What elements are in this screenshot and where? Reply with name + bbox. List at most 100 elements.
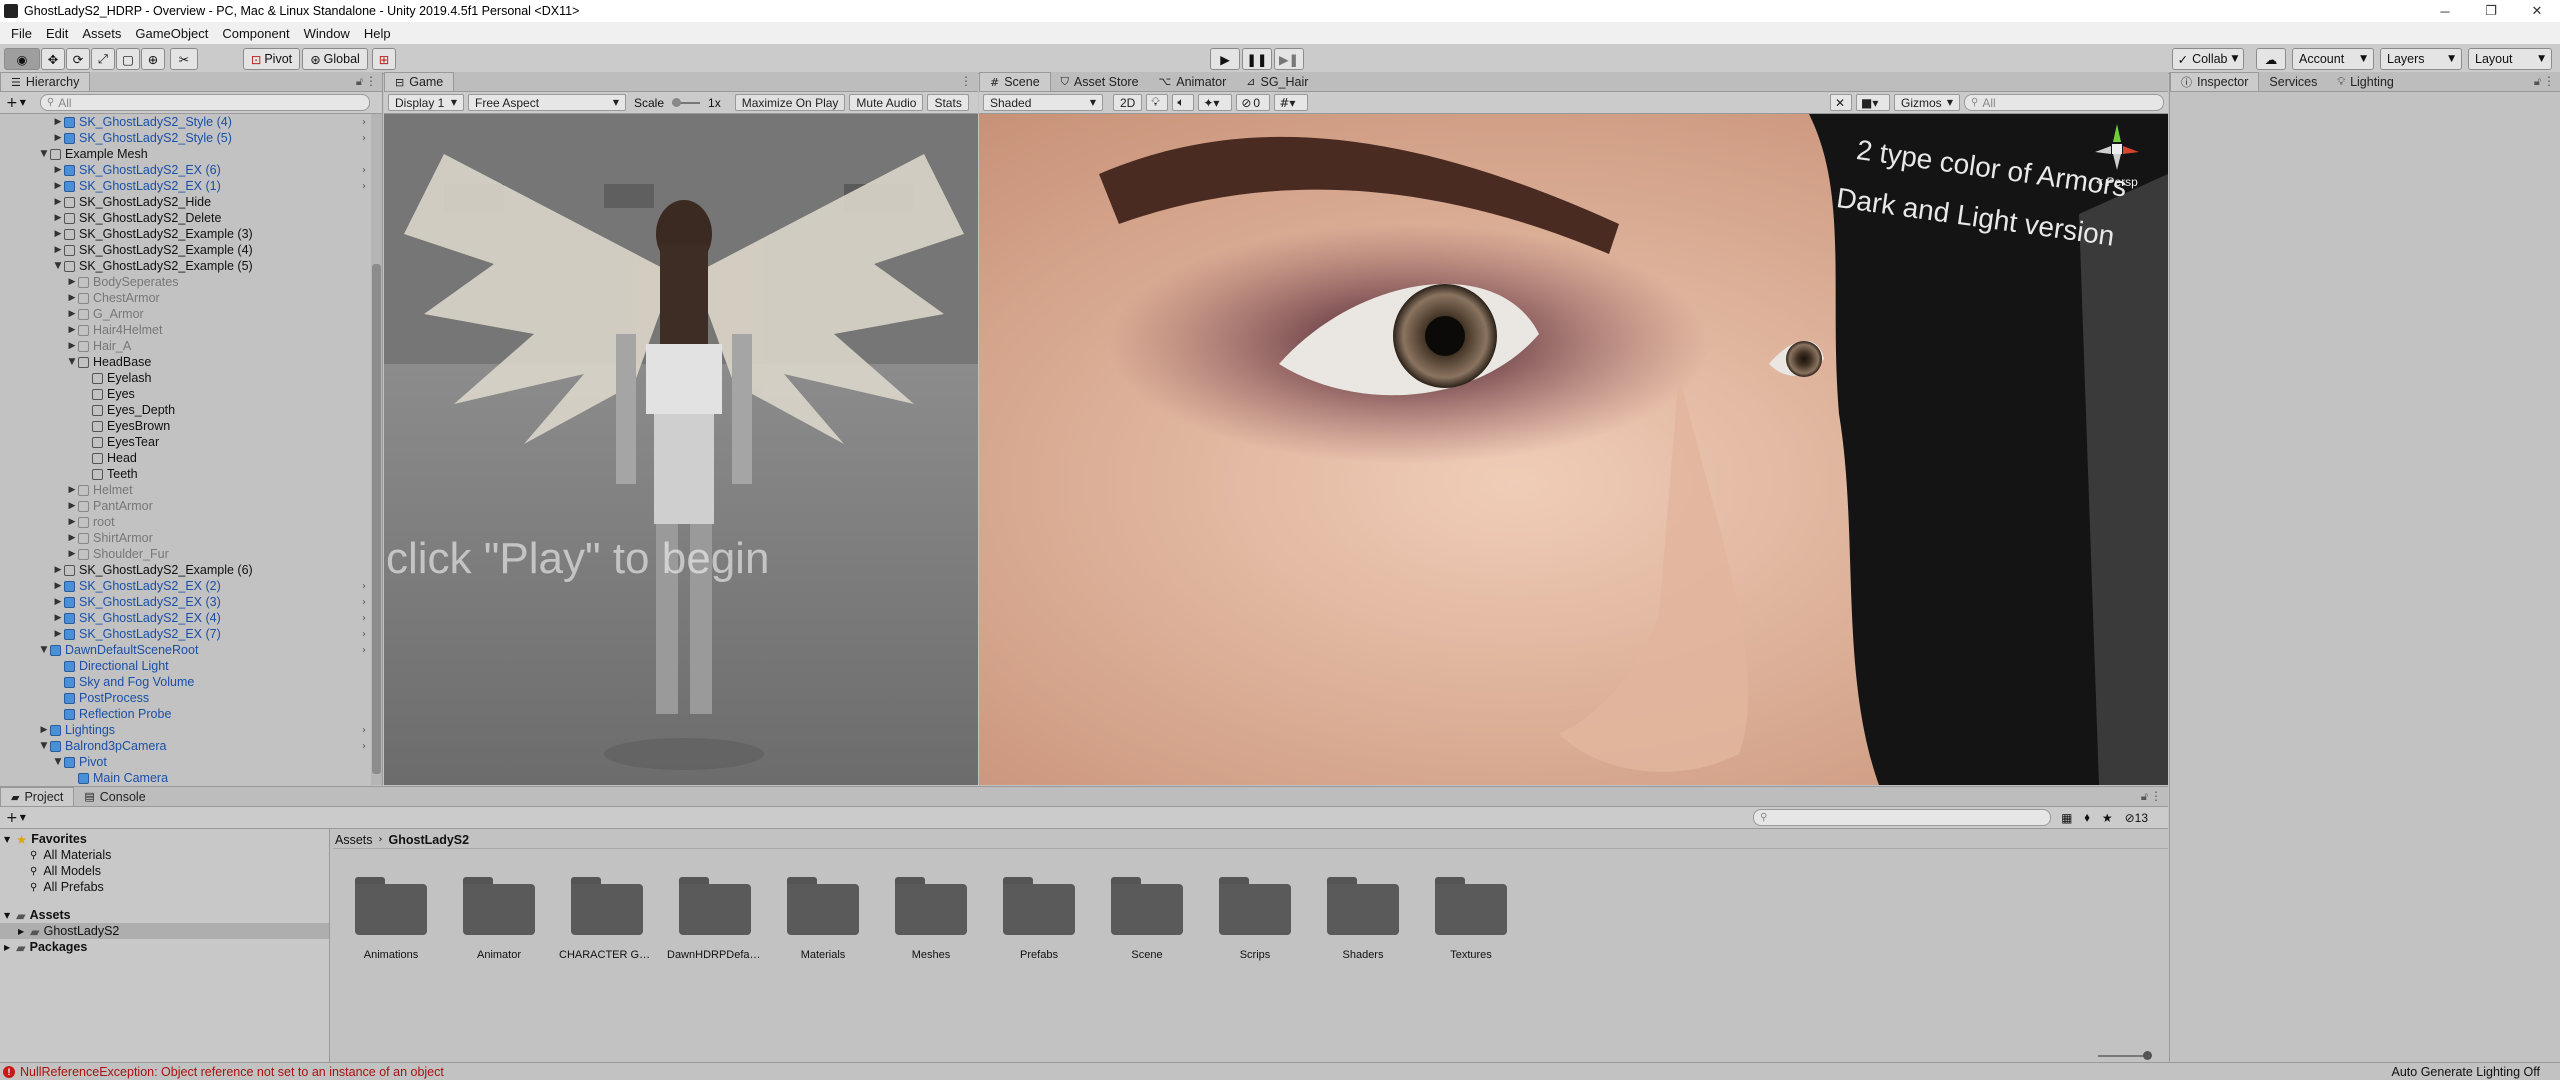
pause-button[interactable]: ❚❚ <box>1242 48 1272 70</box>
menu-edit[interactable]: Edit <box>39 26 75 41</box>
maximize-icon[interactable]: ❐ <box>2468 0 2514 22</box>
favorite-item[interactable]: ⚲ All Models <box>0 863 329 879</box>
lock-icon[interactable]: 🔓︎ <box>356 75 363 89</box>
packages-header[interactable]: ▶ ▰ Packages <box>0 939 329 955</box>
global-toggle[interactable]: ⊛ Global <box>302 48 368 70</box>
hierarchy-item[interactable]: ▶ SK_GhostLadyS2_EX (2) › <box>0 578 372 594</box>
hierarchy-item[interactable]: Directional Light <box>0 658 372 674</box>
menu-gameobject[interactable]: GameObject <box>128 26 215 41</box>
stats-toggle[interactable]: Stats <box>927 94 969 111</box>
hierarchy-item[interactable]: ▶ SK_GhostLadyS2_Style (4) › <box>0 114 372 130</box>
chevron-right-icon[interactable]: ▶ <box>52 245 64 255</box>
hierarchy-item[interactable]: ▶ SK_GhostLadyS2_EX (7) › <box>0 626 372 642</box>
hierarchy-item[interactable]: ▼ Pivot <box>0 754 372 770</box>
hierarchy-item[interactable]: ▶ G_Armor <box>0 306 372 322</box>
chevron-right-icon[interactable]: ▶ <box>52 165 64 175</box>
scene-viewport[interactable]: 2 type color of Armors Dark and Light ve… <box>979 114 2168 785</box>
menu-window[interactable]: Window <box>297 26 357 41</box>
asset-folder[interactable]: CHARACTER GUI... <box>559 877 655 961</box>
asset-folder[interactable]: Scene <box>1099 877 1195 961</box>
chevron-right-icon[interactable]: ▶ <box>52 213 64 223</box>
account-dropdown[interactable]: Account ▼ <box>2292 48 2374 70</box>
chevron-right-icon[interactable]: ▶ <box>52 597 64 607</box>
hierarchy-item[interactable]: ▶ root <box>0 514 372 530</box>
lock-icon[interactable]: 🔓︎ <box>2534 75 2541 89</box>
hierarchy-item[interactable]: ▶ Helmet <box>0 482 372 498</box>
icon-size-slider[interactable] <box>2098 1051 2152 1060</box>
tab-console[interactable]: ▤ Console <box>74 787 155 806</box>
hierarchy-item[interactable]: ▶ SK_GhostLadyS2_EX (6) › <box>0 162 372 178</box>
game-viewport[interactable]: click "Play" to begin <box>384 114 978 785</box>
chevron-right-icon[interactable]: › <box>362 613 366 624</box>
pivot-toggle[interactable]: ⊡ Pivot <box>243 48 300 70</box>
breadcrumb-item[interactable]: GhostLadyS2 <box>389 833 470 847</box>
chevron-down-icon[interactable]: ▼ <box>66 357 78 367</box>
hierarchy-item[interactable]: EyesBrown <box>0 418 372 434</box>
icon-size-handle[interactable] <box>2143 1051 2152 1060</box>
favorites-header[interactable]: ▼ ★ Favorites <box>0 831 329 847</box>
hierarchy-item[interactable]: ▼ DawnDefaultSceneRoot › <box>0 642 372 658</box>
hierarchy-item[interactable]: Reflection Probe <box>0 706 372 722</box>
chevron-down-icon[interactable]: ▼ <box>52 261 64 271</box>
hierarchy-item[interactable]: ▶ Shoulder_Fur <box>0 546 372 562</box>
favorite-item[interactable]: ⚲ All Materials <box>0 847 329 863</box>
hierarchy-item[interactable]: ▶ SK_GhostLadyS2_Example (3) <box>0 226 372 242</box>
chevron-right-icon[interactable]: ▶ <box>52 229 64 239</box>
tab-project[interactable]: ▰ Project <box>0 787 75 806</box>
add-icon[interactable]: + <box>6 95 18 111</box>
aspect-dropdown[interactable]: Free Aspect ▼ <box>468 94 626 111</box>
cloud-button[interactable]: ☁ <box>2256 48 2286 70</box>
step-button[interactable]: ▶❚ <box>1274 48 1304 70</box>
chevron-down-icon[interactable]: ▼ <box>38 645 50 655</box>
tab-services[interactable]: Services <box>2259 72 2327 91</box>
chevron-right-icon[interactable]: ▶ <box>38 725 50 735</box>
tab-sg-hair[interactable]: ⊿ SG_Hair <box>1236 72 1318 91</box>
hierarchy-item[interactable]: ▶ SK_GhostLadyS2_EX (3) › <box>0 594 372 610</box>
hierarchy-item[interactable]: Teeth <box>0 466 372 482</box>
tab-lighting[interactable]: 💡︎ Lighting <box>2327 72 2404 91</box>
scene-lighting-toggle[interactable]: 💡︎ <box>1146 94 1169 111</box>
chevron-right-icon[interactable]: › <box>362 725 366 736</box>
scene-search-input[interactable]: ⚲ All <box>1964 94 2164 111</box>
panel-menu-icon[interactable]: ⋮ <box>2150 789 2162 803</box>
favorite-star-icon[interactable]: ★ <box>2102 811 2113 825</box>
chevron-right-icon[interactable]: ▶ <box>52 613 64 623</box>
chevron-right-icon[interactable]: ▶ <box>52 133 64 143</box>
hierarchy-item[interactable]: ▶ SK_GhostLadyS2_Example (6) <box>0 562 372 578</box>
scene-tools-button[interactable]: ✕ <box>1830 94 1852 111</box>
hierarchy-item[interactable]: ▶ Hair_A <box>0 338 372 354</box>
asset-folder[interactable]: Textures <box>1423 877 1519 961</box>
chevron-right-icon[interactable]: › <box>362 741 366 752</box>
chevron-right-icon[interactable]: ▶ <box>52 181 64 191</box>
chevron-right-icon[interactable]: ▶ <box>52 117 64 127</box>
collab-dropdown[interactable]: ✓ Collab ▼ <box>2172 48 2244 70</box>
chevron-right-icon[interactable]: ▶ <box>66 277 78 287</box>
minimize-icon[interactable]: ─ <box>2422 0 2468 22</box>
asset-folder[interactable]: Materials <box>775 877 871 961</box>
orientation-gizmo[interactable]: < Persp <box>2087 122 2147 192</box>
auto-lighting-status[interactable]: Auto Generate Lighting Off <box>2392 1065 2540 1079</box>
hierarchy-item[interactable]: ▶ Lightings › <box>0 722 372 738</box>
tab-scene[interactable]: # Scene <box>979 72 1051 91</box>
favorite-item[interactable]: ⚲ All Prefabs <box>0 879 329 895</box>
chevron-down-icon[interactable]: ▼ <box>52 757 64 767</box>
chevron-right-icon[interactable]: ▶ <box>52 581 64 591</box>
asset-folder[interactable]: Scrips <box>1207 877 1303 961</box>
hierarchy-item[interactable]: ▶ ChestArmor <box>0 290 372 306</box>
hierarchy-item[interactable]: ▼ SK_GhostLadyS2_Example (5) <box>0 258 372 274</box>
hidden-packages-icon[interactable]: ⊘ <box>2125 811 2135 825</box>
menu-component[interactable]: Component <box>215 26 296 41</box>
chevron-right-icon[interactable]: › <box>362 133 366 144</box>
chevron-right-icon[interactable]: › <box>362 181 366 192</box>
chevron-down-icon[interactable]: ▼ <box>20 98 26 107</box>
project-search-input[interactable]: ⚲ <box>1753 809 2052 826</box>
chevron-right-icon[interactable]: › <box>362 629 366 640</box>
hierarchy-item[interactable]: ▶ SK_GhostLadyS2_EX (1) › <box>0 178 372 194</box>
asset-folder[interactable]: Meshes <box>883 877 979 961</box>
chevron-right-icon[interactable]: ▶ <box>52 565 64 575</box>
tab-inspector[interactable]: ⓘ Inspector <box>2170 72 2260 91</box>
tab-hierarchy[interactable]: ☰ Hierarchy <box>0 72 91 91</box>
hierarchy-search-input[interactable]: ⚲ All <box>39 94 370 111</box>
hierarchy-item[interactable]: Sky and Fog Volume <box>0 674 372 690</box>
chevron-right-icon[interactable]: ▶ <box>66 549 78 559</box>
